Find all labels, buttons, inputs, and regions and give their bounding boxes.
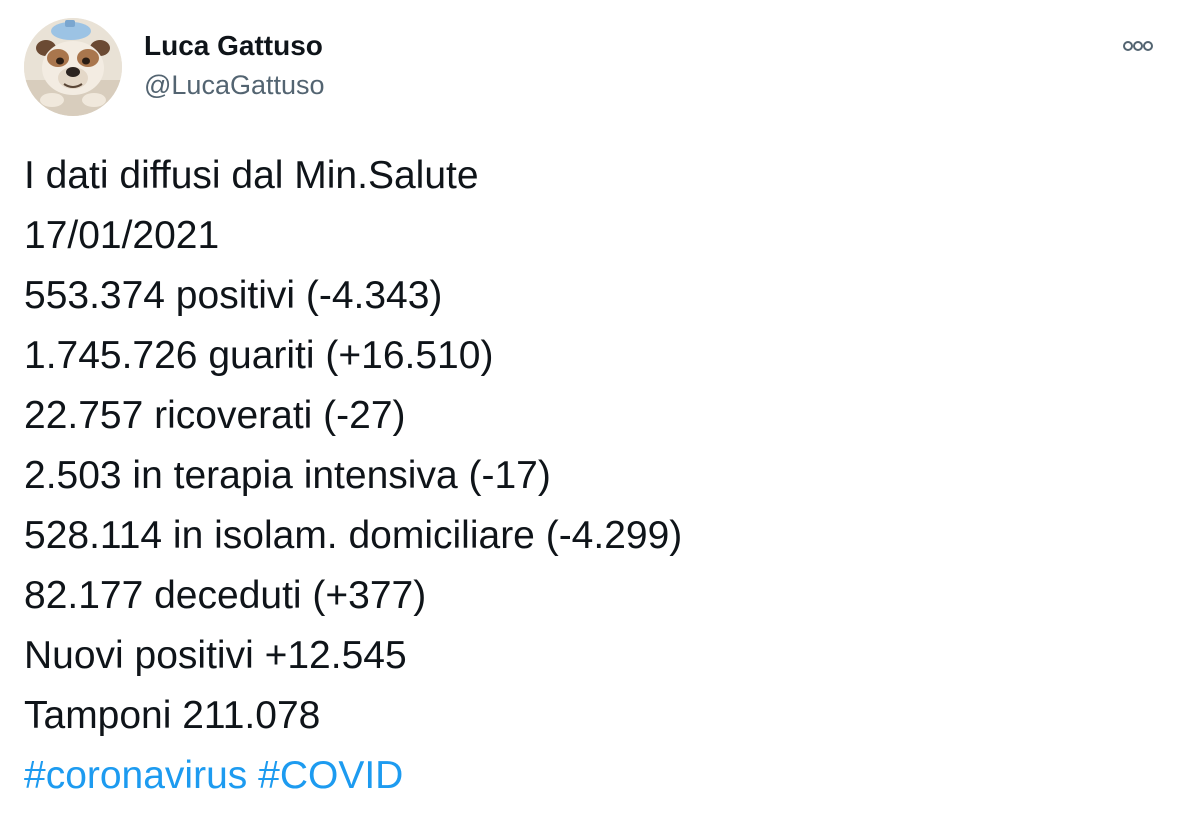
hashtag-row: #coronavirus #COVID xyxy=(24,746,1164,806)
tweet-line: I dati diffusi dal Min.Salute xyxy=(24,154,479,197)
more-options-icon[interactable] xyxy=(1116,34,1160,58)
tweet-line: 22.757 ricoverati (-27) xyxy=(24,394,406,437)
tweet-line: 82.177 deceduti (+377) xyxy=(24,574,427,617)
tweet-header: Luca Gattuso @LucaGattuso xyxy=(24,16,1164,118)
tweet-line: 528.114 in isolam. domiciliare (-4.299) xyxy=(24,514,683,557)
tweet-line: 553.374 positivi (-4.343) xyxy=(24,274,443,317)
tweet-line: 1.745.726 guariti (+16.510) xyxy=(24,334,494,377)
tweet-line: 17/01/2021 xyxy=(24,214,220,257)
tweet-line: Nuovi positivi +12.545 xyxy=(24,634,407,677)
hashtag-covid[interactable]: #COVID xyxy=(258,754,403,797)
author-handle[interactable]: @LucaGattuso xyxy=(144,70,325,101)
tweet-text: I dati diffusi dal Min.Salute 17/01/2021… xyxy=(24,146,1164,806)
tweet-line: Tamponi 211.078 xyxy=(24,694,321,737)
tweet-line: 2.503 in terapia intensiva (-17) xyxy=(24,454,551,497)
author-name[interactable]: Luca Gattuso xyxy=(144,30,323,62)
bulldog-avatar-icon xyxy=(24,18,122,116)
avatar[interactable] xyxy=(24,18,122,116)
hashtag-coronavirus[interactable]: #coronavirus xyxy=(24,754,247,797)
